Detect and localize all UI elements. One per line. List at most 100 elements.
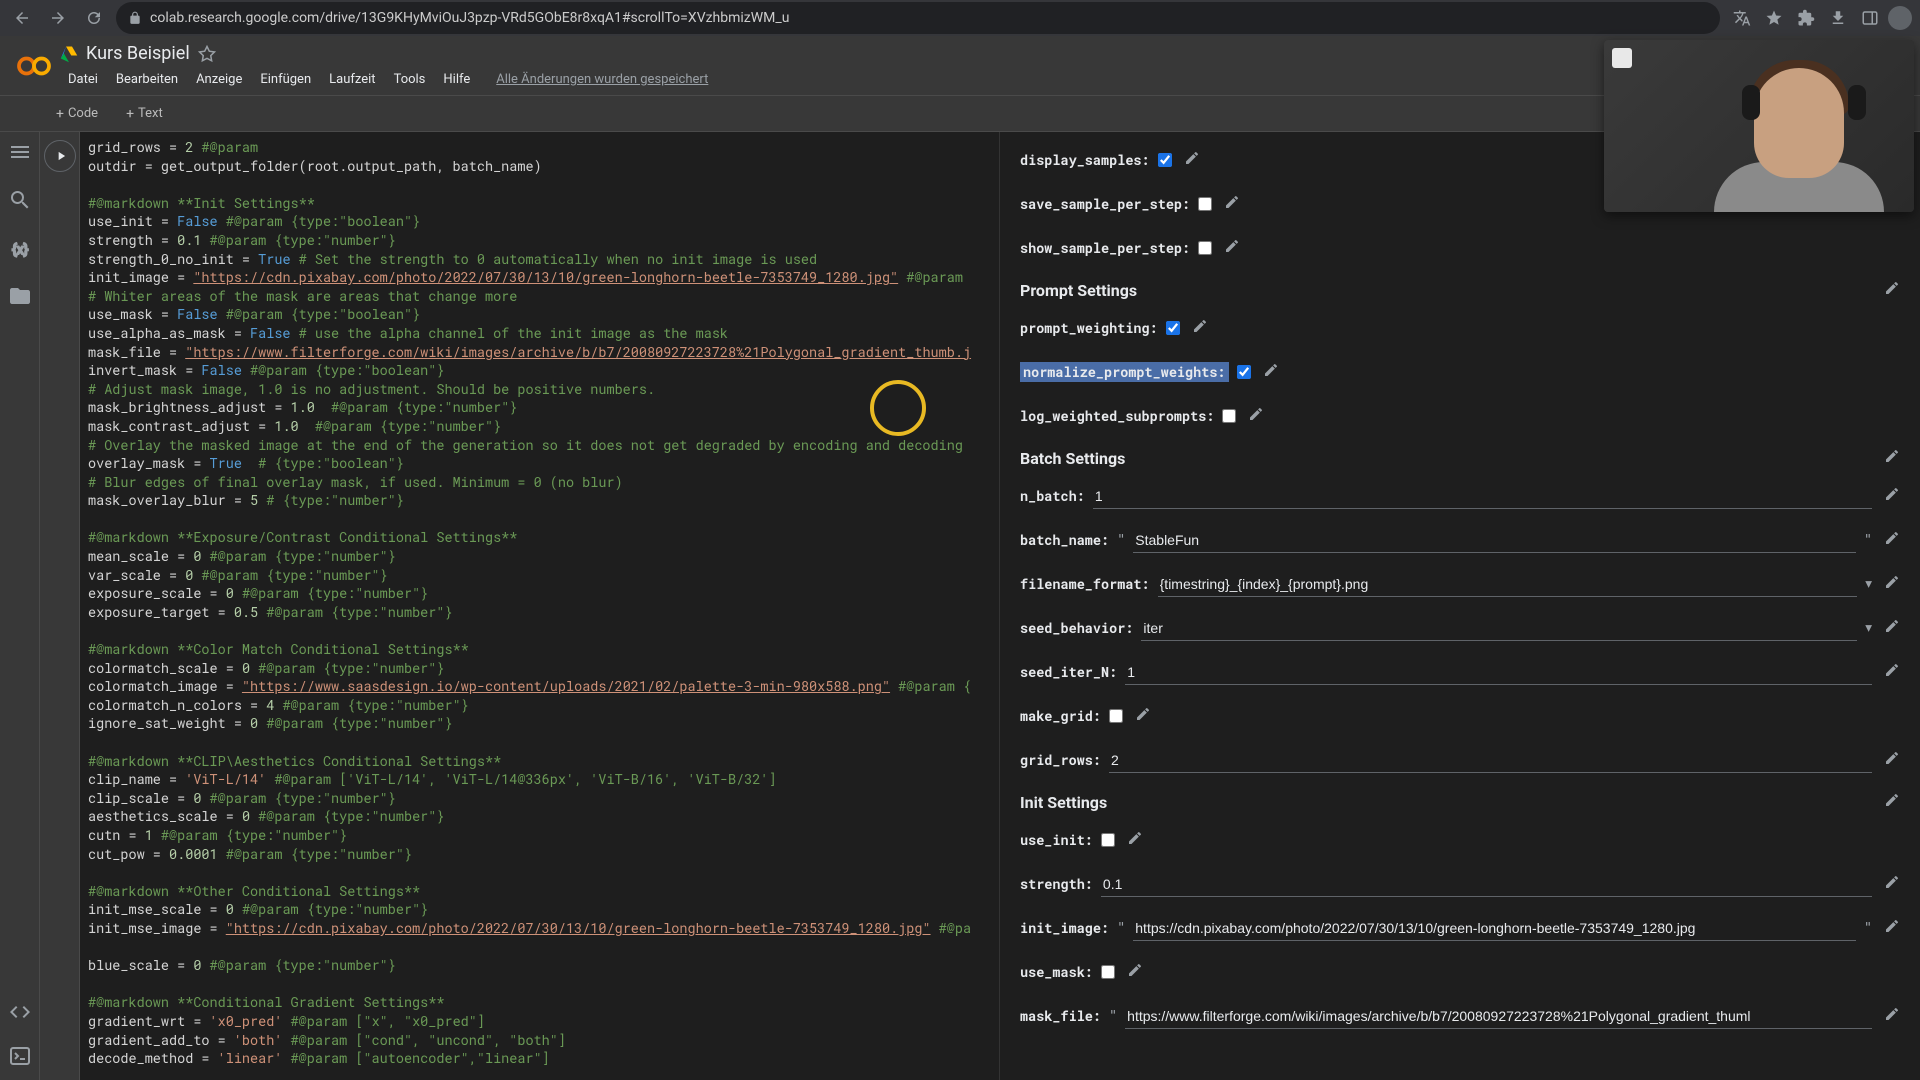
batch-name-input[interactable] (1133, 528, 1856, 553)
edit-icon[interactable] (1248, 406, 1264, 426)
menu-edit[interactable]: Bearbeiten (108, 70, 186, 89)
profile-avatar[interactable] (1888, 6, 1912, 30)
show-sample-checkbox[interactable] (1198, 241, 1212, 255)
edit-icon[interactable] (1884, 662, 1900, 682)
edit-icon[interactable] (1127, 962, 1143, 982)
log-subprompts-label: log_weighted_subprompts: (1020, 407, 1214, 425)
make-grid-label: make_grid: (1020, 707, 1101, 725)
forward-button[interactable] (44, 4, 72, 32)
edit-icon[interactable] (1224, 238, 1240, 258)
svg-text:{x}: {x} (12, 242, 29, 258)
edit-icon[interactable] (1884, 486, 1900, 506)
edit-icon[interactable] (1135, 706, 1151, 726)
prompt-weighting-checkbox[interactable] (1166, 321, 1180, 335)
attention-marker (870, 380, 926, 436)
download-button[interactable] (1824, 4, 1852, 32)
main-area: grid_rows = 2 #@param outdir = get_outpu… (40, 132, 1920, 1080)
seed-behavior-select[interactable] (1141, 616, 1857, 641)
chevron-down-icon[interactable]: ▾ (1865, 576, 1872, 592)
colab-logo-icon[interactable] (16, 48, 52, 84)
save-status[interactable]: Alle Änderungen wurden gespeichert (488, 70, 716, 89)
init-image-label: init_image: (1020, 919, 1109, 937)
grid-rows-label: grid_rows: (1020, 751, 1101, 769)
make-grid-checkbox[interactable] (1109, 709, 1123, 723)
grid-rows-input[interactable] (1109, 748, 1872, 773)
edit-icon[interactable] (1884, 574, 1900, 594)
translate-button[interactable] (1728, 4, 1756, 32)
seed-behavior-label: seed_behavior: (1020, 619, 1133, 637)
menu-runtime[interactable]: Laufzeit (321, 70, 383, 89)
reload-button[interactable] (80, 4, 108, 32)
find-button[interactable] (8, 188, 32, 212)
edit-icon[interactable] (1184, 150, 1200, 170)
toc-button[interactable] (8, 140, 32, 164)
sidepanel-button[interactable] (1856, 4, 1884, 32)
filename-format-input[interactable] (1158, 572, 1858, 597)
edit-icon[interactable] (1884, 750, 1900, 770)
terminal-button[interactable] (8, 1044, 32, 1068)
init-settings-header: Init Settings (1020, 782, 1900, 818)
edit-icon[interactable] (1884, 792, 1900, 812)
menu-file[interactable]: Datei (60, 70, 106, 89)
menu-help[interactable]: Hilfe (435, 70, 478, 89)
mask-file-input[interactable] (1125, 1004, 1872, 1029)
star-icon[interactable] (198, 45, 216, 63)
url-text: colab.research.google.com/drive/13G9KHyM… (150, 10, 1708, 26)
left-sidebar: {x} (0, 132, 40, 1080)
add-text-button[interactable]: +Text (118, 102, 171, 126)
log-subprompts-checkbox[interactable] (1222, 409, 1236, 423)
strength-input[interactable] (1101, 872, 1872, 897)
mask-file-label: mask_file: (1020, 1007, 1101, 1025)
add-code-button[interactable]: +Code (48, 102, 106, 126)
batch-settings-header: Batch Settings (1020, 438, 1900, 474)
code-editor[interactable]: grid_rows = 2 #@param outdir = get_outpu… (80, 132, 1000, 1080)
menu-insert[interactable]: Einfügen (252, 70, 319, 89)
presenter-video (1604, 40, 1914, 212)
show-sample-label: show_sample_per_step: (1020, 239, 1190, 257)
cell-gutter (40, 132, 80, 1080)
edit-icon[interactable] (1884, 1006, 1900, 1026)
edit-icon[interactable] (1884, 618, 1900, 638)
strength-label: strength: (1020, 875, 1093, 893)
url-bar[interactable]: colab.research.google.com/drive/13G9KHyM… (116, 2, 1720, 34)
init-image-input[interactable] (1133, 916, 1856, 941)
use-init-label: use_init: (1020, 831, 1093, 849)
files-button[interactable] (8, 284, 32, 308)
normalize-weights-checkbox[interactable] (1237, 365, 1251, 379)
edit-icon[interactable] (1224, 194, 1240, 214)
video-overlay[interactable] (1604, 40, 1914, 212)
use-mask-label: use_mask: (1020, 963, 1093, 981)
display-samples-checkbox[interactable] (1158, 153, 1172, 167)
prompt-weighting-label: prompt_weighting: (1020, 319, 1158, 337)
edit-icon[interactable] (1127, 830, 1143, 850)
save-sample-label: save_sample_per_step: (1020, 195, 1190, 213)
prompt-settings-header: Prompt Settings (1020, 270, 1900, 306)
edit-icon[interactable] (1263, 362, 1279, 382)
use-init-checkbox[interactable] (1101, 833, 1115, 847)
edit-icon[interactable] (1884, 530, 1900, 550)
n-batch-input[interactable] (1093, 484, 1872, 509)
edit-icon[interactable] (1884, 280, 1900, 300)
batch-name-label: batch_name: (1020, 531, 1109, 549)
back-button[interactable] (8, 4, 36, 32)
menu-view[interactable]: Anzeige (188, 70, 250, 89)
chevron-down-icon[interactable]: ▾ (1865, 620, 1872, 636)
seed-iter-n-input[interactable] (1125, 660, 1872, 685)
variables-button[interactable]: {x} (8, 236, 32, 260)
edit-icon[interactable] (1884, 874, 1900, 894)
bookmark-button[interactable] (1760, 4, 1788, 32)
edit-icon[interactable] (1884, 448, 1900, 468)
edit-icon[interactable] (1192, 318, 1208, 338)
n-batch-label: n_batch: (1020, 487, 1085, 505)
use-mask-checkbox[interactable] (1101, 965, 1115, 979)
seed-iter-n-label: seed_iter_N: (1020, 663, 1117, 681)
extensions-button[interactable] (1792, 4, 1820, 32)
save-sample-checkbox[interactable] (1198, 197, 1212, 211)
notebook-title[interactable]: Kurs Beispiel (86, 43, 190, 64)
snippets-button[interactable] (8, 1000, 32, 1024)
run-cell-button[interactable] (44, 140, 76, 172)
form-panel: display_samples: save_sample_per_step: s… (1000, 132, 1920, 1080)
edit-icon[interactable] (1884, 918, 1900, 938)
browser-bar: colab.research.google.com/drive/13G9KHyM… (0, 0, 1920, 36)
menu-tools[interactable]: Tools (386, 70, 434, 89)
